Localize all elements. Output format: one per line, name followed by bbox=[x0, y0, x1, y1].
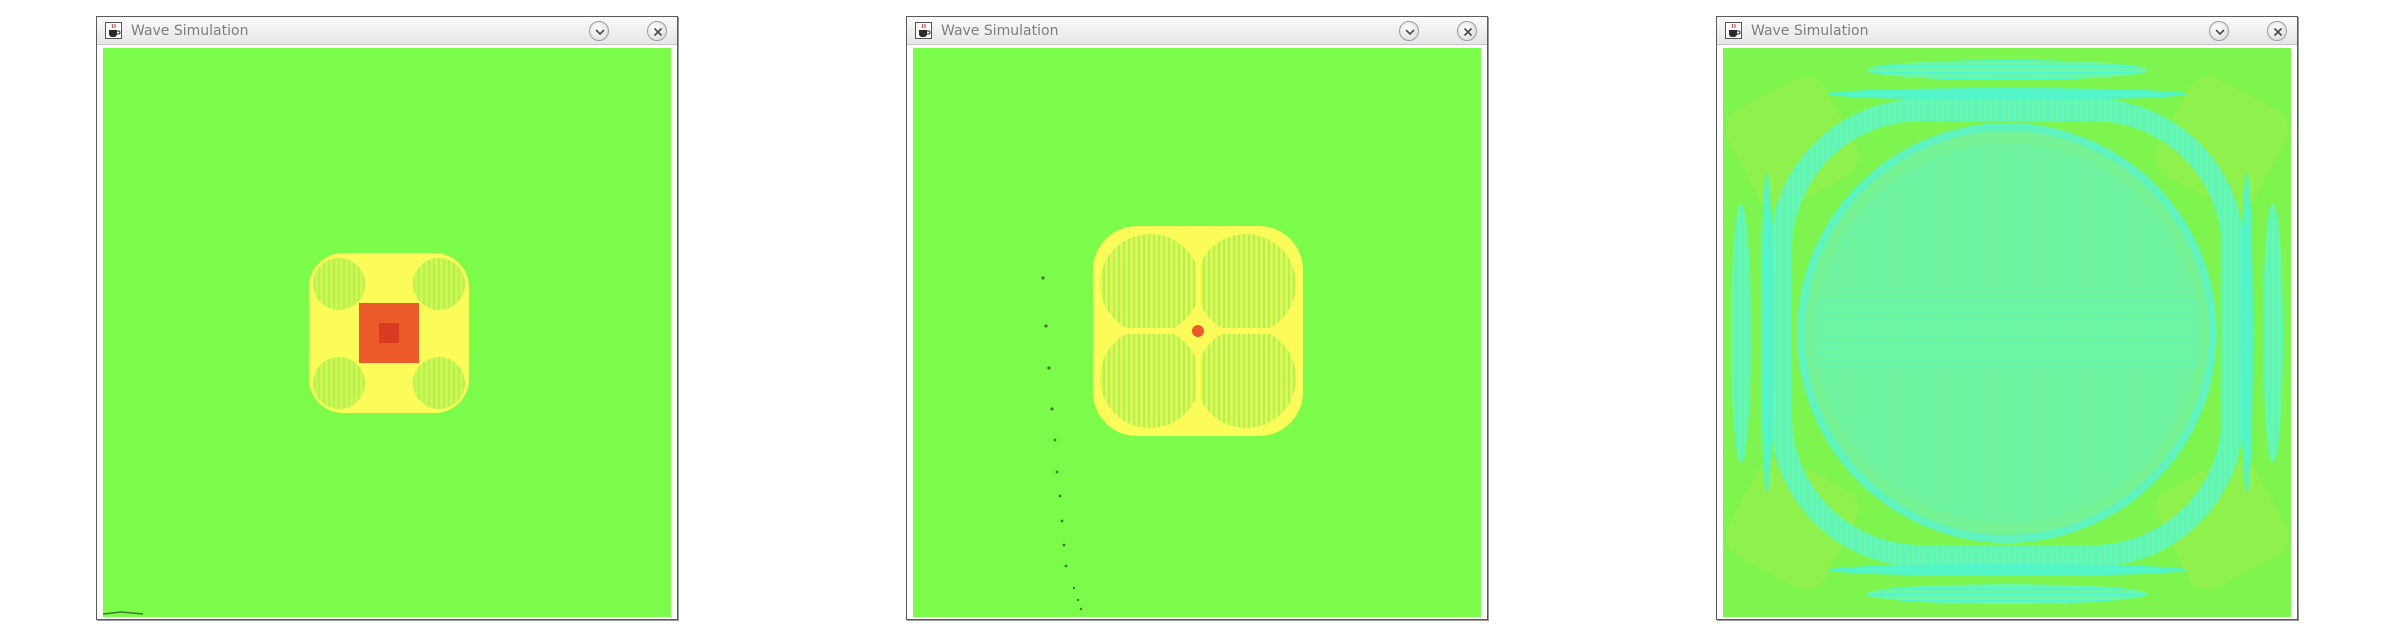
java-cup-icon bbox=[915, 22, 932, 39]
chevron-down-icon bbox=[1405, 29, 1415, 36]
window-title: Wave Simulation bbox=[131, 23, 249, 39]
wave-simulation-window-2[interactable]: Wave Simulation bbox=[906, 16, 1488, 620]
close-button[interactable] bbox=[2267, 21, 2287, 41]
java-cup-icon bbox=[105, 22, 122, 39]
close-button[interactable] bbox=[1457, 21, 1477, 41]
simulation-canvas[interactable] bbox=[103, 48, 671, 617]
chevron-down-icon bbox=[2215, 29, 2225, 36]
java-cup-icon bbox=[1725, 22, 1742, 39]
title-bar[interactable]: Wave Simulation bbox=[97, 17, 677, 45]
wave-band-bottom bbox=[1827, 564, 2187, 576]
minimize-button[interactable] bbox=[1399, 21, 1419, 41]
wave-band-right bbox=[2263, 203, 2283, 463]
wave-band-left bbox=[1731, 203, 1751, 463]
wave-peak-core bbox=[379, 323, 399, 343]
ripple-corner bbox=[313, 258, 365, 310]
wave-band-bottom bbox=[1867, 584, 2147, 604]
ripple-lobe bbox=[1196, 234, 1296, 334]
chevron-down-icon bbox=[595, 29, 605, 36]
simulation-canvas[interactable] bbox=[1723, 48, 2291, 617]
window-title: Wave Simulation bbox=[1751, 23, 1869, 39]
ripple-lobe bbox=[1196, 328, 1296, 428]
desktop: Wave Simulation Wave Simulation Wave Sim… bbox=[0, 0, 2398, 636]
close-icon bbox=[653, 27, 663, 37]
ripple-corner bbox=[413, 357, 465, 409]
wave-band-right bbox=[2241, 173, 2253, 493]
window-title: Wave Simulation bbox=[941, 23, 1059, 39]
minimize-button[interactable] bbox=[2209, 21, 2229, 41]
wave-simulation-window-3[interactable]: Wave Simulation bbox=[1716, 16, 2298, 620]
wave-field bbox=[1723, 48, 2291, 617]
wave-simulation-window-1[interactable]: Wave Simulation bbox=[96, 16, 678, 620]
wave-field bbox=[913, 48, 1481, 617]
ripple-corner bbox=[313, 357, 365, 409]
close-icon bbox=[1463, 27, 1473, 37]
minimize-button[interactable] bbox=[589, 21, 609, 41]
wave-band-left bbox=[1761, 173, 1773, 493]
ripple-corner bbox=[413, 258, 465, 310]
title-bar[interactable]: Wave Simulation bbox=[1717, 17, 2297, 45]
ripple-lobe bbox=[1100, 328, 1200, 428]
close-button[interactable] bbox=[647, 21, 667, 41]
wave-field bbox=[103, 48, 671, 617]
wave-band-top bbox=[1867, 60, 2147, 80]
wave-peak bbox=[1192, 325, 1204, 337]
wave-band-top bbox=[1827, 88, 2187, 100]
close-icon bbox=[2273, 27, 2283, 37]
wave-band-horizontal bbox=[1813, 298, 2201, 368]
ripple-lobe bbox=[1100, 234, 1200, 334]
title-bar[interactable]: Wave Simulation bbox=[907, 17, 1487, 45]
simulation-canvas[interactable] bbox=[913, 48, 1481, 617]
